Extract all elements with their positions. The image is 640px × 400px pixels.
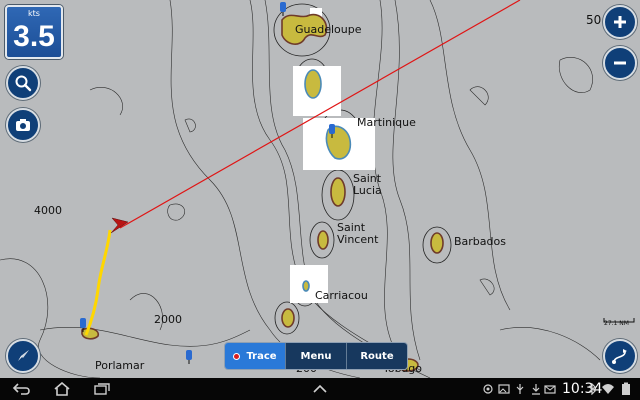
label-carriacou: Carriacou [315, 289, 368, 302]
home-icon[interactable] [52, 381, 72, 397]
system-navigation-bar: 10:34 [0, 378, 640, 400]
mail-icon [540, 381, 560, 397]
route-menu-button[interactable]: Route [346, 343, 407, 369]
back-icon[interactable] [12, 381, 32, 397]
wifi-icon [598, 381, 618, 397]
label-barbados: Barbados [454, 235, 506, 248]
label-guadeloupe: Guadeloupe [295, 23, 362, 36]
label-martinique: Martinique [357, 116, 416, 129]
search-button[interactable] [6, 66, 40, 100]
camera-icon [16, 119, 30, 131]
depth-label-2000: 2000 [154, 313, 182, 326]
minus-icon [614, 61, 626, 65]
record-dot-icon [233, 352, 241, 360]
label-porlamar: Porlamar [95, 359, 145, 372]
trace-label: Trace [246, 350, 277, 362]
depth-label-4000: 4000 [34, 204, 62, 217]
recent-apps-icon[interactable] [92, 381, 112, 397]
chevron-up-icon[interactable] [310, 381, 330, 397]
scale-label: 27.1 NM [604, 320, 629, 327]
arrow-navigate-icon [18, 350, 29, 361]
zoom-in-button[interactable] [603, 5, 637, 39]
nautical-chart[interactable] [0, 0, 640, 378]
locate-button[interactable] [6, 339, 40, 373]
label-saint-vincent: Saint Vincent [337, 221, 379, 246]
route-button[interactable] [603, 339, 637, 373]
label-saint-lucia: Saint Lucia [353, 172, 382, 197]
camera-button[interactable] [6, 108, 40, 142]
speed-display: kts 3.5 [5, 5, 63, 59]
trace-button[interactable]: Trace [225, 343, 285, 369]
route-icon [612, 349, 627, 364]
speed-value: 3.5 [13, 20, 55, 53]
menu-button[interactable]: Menu [285, 343, 346, 369]
plus-icon [614, 16, 626, 28]
zoom-scale-label: 50 [586, 13, 602, 27]
zoom-out-button[interactable] [603, 46, 637, 80]
battery-icon [616, 381, 636, 397]
route-label: Route [360, 350, 394, 362]
speed-unit: kts [28, 9, 40, 18]
bottom-menu: Trace Menu Route [224, 342, 408, 370]
magnifier-icon [15, 75, 32, 92]
menu-label: Menu [300, 350, 332, 362]
